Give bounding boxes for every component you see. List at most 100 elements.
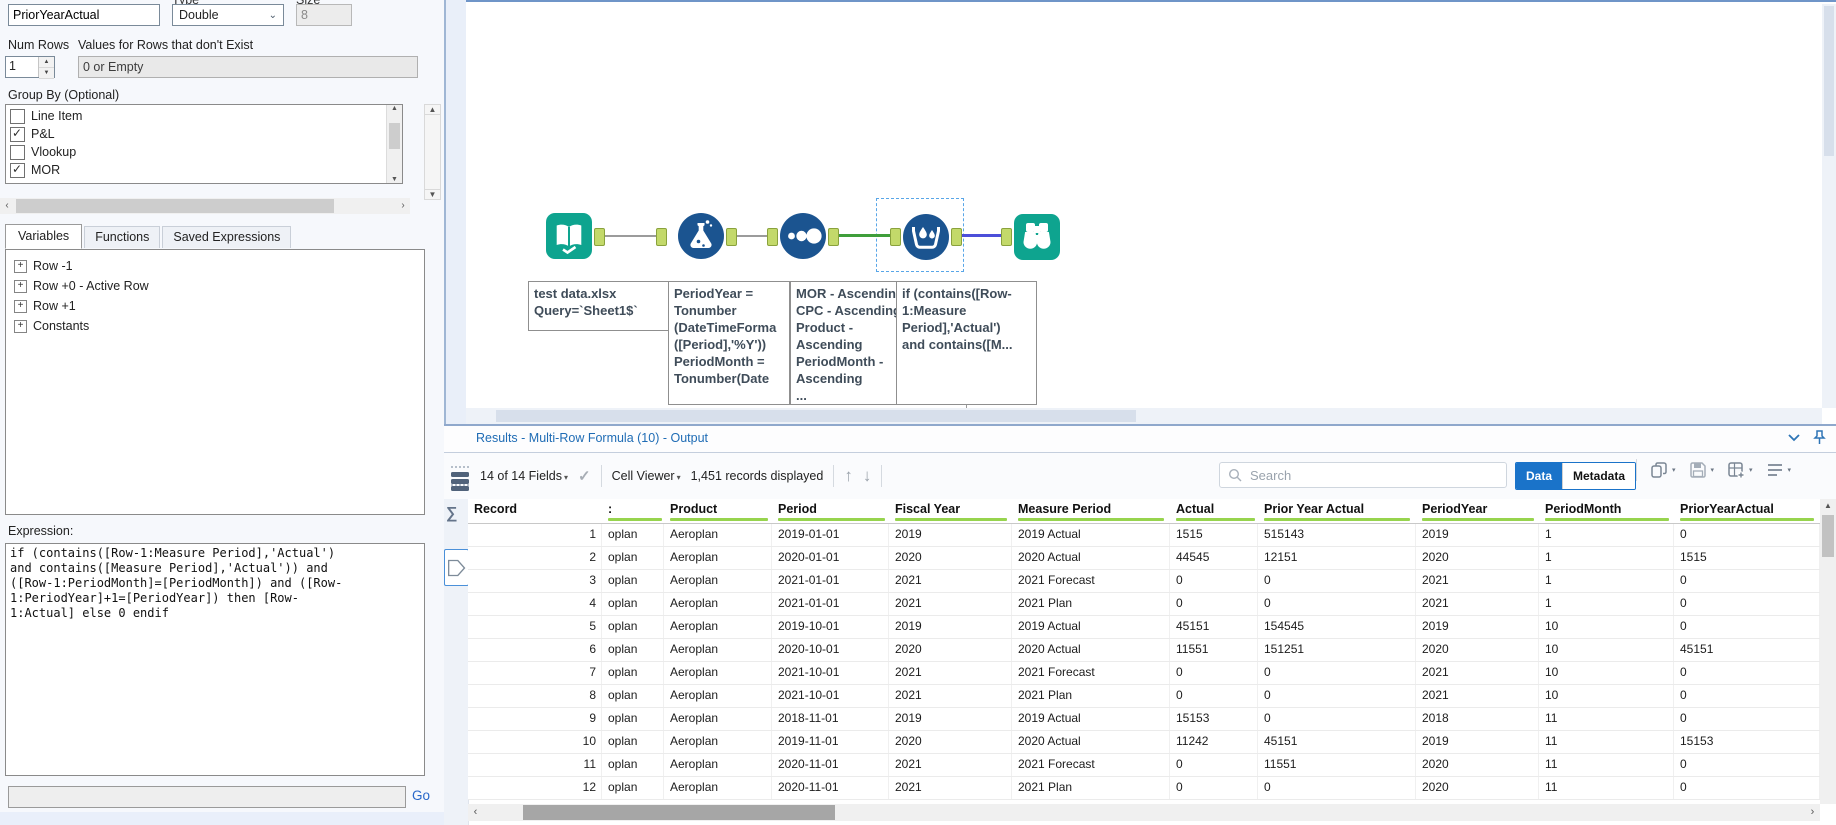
expand-icon[interactable]: +: [14, 299, 27, 313]
table-row[interactable]: 11 oplan Aeroplan 2020-11-01 2021 2021 Foreca…: [468, 754, 1820, 777]
column-header[interactable]: Prior Year Actual: [1258, 499, 1416, 523]
expand-icon[interactable]: +: [14, 279, 27, 293]
tree-item[interactable]: + Constants: [10, 316, 420, 336]
go-button[interactable]: Go: [412, 788, 430, 803]
scroll-to-bottom-button[interactable]: ↓: [863, 466, 872, 486]
panel-divider[interactable]: [444, 0, 466, 424]
browse-tool[interactable]: [1013, 213, 1061, 261]
tree-item[interactable]: + Row -1: [10, 256, 420, 276]
scroll-down-icon[interactable]: ▼: [425, 189, 440, 199]
cell-viewer-dropdown[interactable]: Cell Viewer ▾: [612, 469, 681, 483]
column-header[interactable]: Period: [772, 499, 889, 523]
expand-icon[interactable]: +: [14, 259, 27, 273]
checkbox[interactable]: [10, 144, 25, 160]
tab-functions[interactable]: Functions: [84, 226, 161, 248]
column-header[interactable]: PeriodYear: [1416, 499, 1539, 523]
new-window-button[interactable]: ▾: [1727, 461, 1753, 479]
table-row[interactable]: 9 oplan Aeroplan 2018-11-01 2019 2019 Actual 1…: [468, 708, 1820, 731]
tree-item[interactable]: + Row +0 - Active Row: [10, 276, 420, 296]
field-name-input[interactable]: [8, 4, 160, 26]
checkbox[interactable]: [10, 162, 25, 178]
table-row[interactable]: 4 oplan Aeroplan 2021-01-01 2021 2021 Plan 0 0 2…: [468, 593, 1820, 616]
table-row[interactable]: 3 oplan Aeroplan 2021-01-01 2021 2021 Forecas…: [468, 570, 1820, 593]
record-pointer-button[interactable]: [444, 549, 469, 586]
tab-variables[interactable]: Variables: [5, 224, 83, 249]
expression-editor[interactable]: if (contains([Row-1:Measure Period],'Act…: [5, 543, 425, 776]
checkbox[interactable]: [10, 108, 25, 124]
expand-icon[interactable]: +: [14, 319, 27, 333]
column-header[interactable]: PriorYearActual: [1674, 499, 1820, 523]
num-rows-stepper[interactable]: 1 ▲ ▼: [5, 56, 55, 79]
group-by-hscrollbar[interactable]: ‹ ›: [0, 198, 410, 214]
pin-icon[interactable]: [1813, 430, 1826, 445]
stepper-up-button[interactable]: ▲: [39, 57, 54, 68]
fields-summary-dropdown[interactable]: 14 of 14 Fields ▾: [480, 469, 568, 483]
results-horizontal-scrollbar[interactable]: ‹ ›: [468, 804, 1820, 821]
search-input[interactable]: [1248, 466, 1498, 484]
tree-item[interactable]: + Row +1: [10, 296, 420, 316]
scroll-right-icon[interactable]: ›: [1805, 804, 1820, 821]
apply-check-icon[interactable]: ✓: [578, 467, 591, 485]
table-row[interactable]: 6 oplan Aeroplan 2020-10-01 2020 2020 Actual 1…: [468, 639, 1820, 662]
menu-button[interactable]: ▾: [1766, 462, 1791, 478]
sort-tool[interactable]: [779, 212, 827, 260]
scrollbar-thumb[interactable]: [496, 410, 1136, 422]
input-data-tool[interactable]: [545, 212, 593, 260]
row-view-icon[interactable]: [449, 469, 471, 493]
column-header[interactable]: Actual: [1170, 499, 1258, 523]
formula-tool[interactable]: [677, 212, 725, 260]
group-by-item[interactable]: Vlookup: [6, 143, 402, 161]
search-box[interactable]: [1219, 462, 1507, 488]
group-by-item[interactable]: P&L: [6, 125, 402, 143]
group-by-list[interactable]: Line Item P&L Vlookup MOR ▲ ▼: [5, 104, 403, 184]
scroll-to-top-button[interactable]: ↑: [844, 466, 853, 486]
column-header[interactable]: PeriodMonth: [1539, 499, 1674, 523]
canvas-vertical-scrollbar[interactable]: [1822, 4, 1836, 408]
config-scrollbar[interactable]: ▲ ▼: [424, 104, 441, 200]
table-row[interactable]: 12 oplan Aeroplan 2020-11-01 2021 2021 Plan 0 0…: [468, 777, 1820, 800]
column-header[interactable]: Fiscal Year: [889, 499, 1012, 523]
scroll-left-icon[interactable]: ‹: [468, 804, 483, 821]
scroll-up-icon[interactable]: ▲: [425, 105, 440, 115]
variables-tree[interactable]: + Row -1 + Row +0 - Active Row + Row +1 + Const…: [5, 249, 425, 515]
column-header[interactable]: Product: [664, 499, 772, 523]
annotation-formula[interactable]: PeriodYear = Tonumber (DateTimeForma ([P…: [668, 281, 790, 405]
scrollbar-thumb[interactable]: [1822, 515, 1834, 557]
column-header[interactable]: Measure Period: [1012, 499, 1170, 523]
multi-row-formula-tool[interactable]: [902, 213, 950, 261]
data-tab[interactable]: Data: [1516, 463, 1563, 489]
stepper-down-button[interactable]: ▼: [39, 68, 54, 79]
group-by-item[interactable]: MOR: [6, 161, 402, 179]
scroll-left-icon[interactable]: ‹: [0, 198, 14, 214]
annotation-sort[interactable]: MOR - Ascendin CPC - Ascending Product -…: [790, 281, 907, 405]
scrollbar-thumb[interactable]: [16, 199, 334, 213]
checkbox[interactable]: [10, 126, 25, 142]
sigma-totals-icon[interactable]: ∑: [446, 505, 457, 523]
table-row[interactable]: 2 oplan Aeroplan 2020-01-01 2020 2020 Actual 4…: [468, 547, 1820, 570]
table-row[interactable]: 8 oplan Aeroplan 2021-10-01 2021 2021 Plan 0 0 2…: [468, 685, 1820, 708]
table-row[interactable]: 7 oplan Aeroplan 2021-10-01 2021 2021 Forecas…: [468, 662, 1820, 685]
save-button[interactable]: ▾: [1689, 461, 1714, 479]
table-row[interactable]: 10 oplan Aeroplan 2019-11-01 2020 2020 Actual…: [468, 731, 1820, 754]
scrollbar-thumb[interactable]: [389, 123, 400, 149]
table-row[interactable]: 1 oplan Aeroplan 2019-01-01 2019 2019 Actual 1…: [468, 524, 1820, 547]
annotation-multi-row-formula[interactable]: if (contains([Row- 1:Measure Period],'Ac…: [896, 281, 1037, 405]
collapse-chevron-icon[interactable]: [1787, 432, 1801, 444]
table-row[interactable]: 5 oplan Aeroplan 2019-10-01 2019 2019 Actual 4…: [468, 616, 1820, 639]
scroll-up-icon[interactable]: ▲: [1820, 499, 1836, 513]
scroll-right-icon[interactable]: ›: [396, 198, 410, 214]
scroll-down-icon[interactable]: ▼: [387, 176, 402, 183]
scrollbar-thumb[interactable]: [523, 805, 835, 820]
group-by-scrollbar[interactable]: ▲ ▼: [386, 105, 402, 183]
panel-grip[interactable]: [450, 455, 470, 486]
copy-button[interactable]: ▾: [1650, 461, 1676, 479]
scrollbar-thumb[interactable]: [1824, 6, 1834, 156]
scroll-up-icon[interactable]: ▲: [387, 105, 402, 112]
results-vertical-scrollbar[interactable]: ▲: [1820, 499, 1836, 804]
tab-saved-expressions[interactable]: Saved Expressions: [162, 226, 292, 248]
column-header[interactable]: :: [602, 499, 664, 523]
column-header[interactable]: Record: [468, 499, 602, 523]
canvas-horizontal-scrollbar[interactable]: [466, 408, 1822, 424]
group-by-item[interactable]: Line Item: [6, 107, 402, 125]
workflow-canvas[interactable]: test data.xlsx Query=`Sheet1$` PeriodYea…: [466, 0, 1836, 424]
